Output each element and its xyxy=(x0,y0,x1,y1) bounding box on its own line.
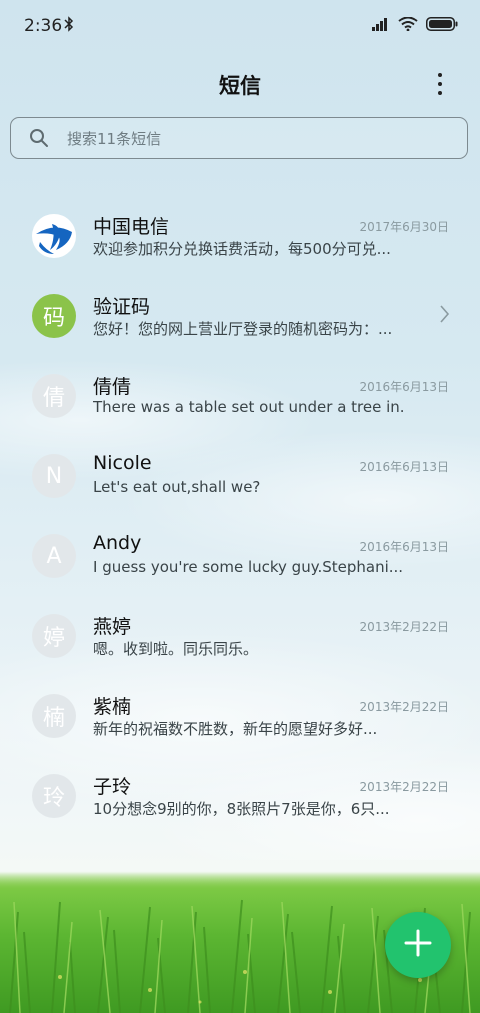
search-icon xyxy=(29,128,49,152)
conversation-name: Andy xyxy=(93,532,142,554)
conversation-preview: Let's eat out,shall we? xyxy=(93,478,261,496)
avatar: A xyxy=(32,534,76,578)
conversation-name: Nicole xyxy=(93,452,152,474)
chevron-right-icon xyxy=(440,305,450,327)
search-box[interactable] xyxy=(10,117,468,160)
conversation-item[interactable]: A Andy 2016年6月13日 I guess you're some lu… xyxy=(0,517,480,597)
conversation-name: 倩倩 xyxy=(93,376,132,398)
conversation-name: 中国电信 xyxy=(93,216,170,238)
plus-icon xyxy=(404,929,432,961)
conversation-item[interactable]: 玲 子玲 2013年2月22日 10分想念9别的你，8张照片7张是你，6只... xyxy=(0,757,480,837)
conversation-name: 子玲 xyxy=(93,776,132,798)
conversation-item[interactable]: 楠 紫楠 2013年2月22日 新年的祝福数不胜数，新年的愿望好多好... xyxy=(0,677,480,757)
conversation-item[interactable]: 中国电信 2017年6月30日 欢迎参加积分兑换话费活动，每500分可兑... xyxy=(0,197,480,277)
status-bar: 2:36 xyxy=(0,0,480,52)
battery-icon xyxy=(426,16,458,35)
conversation-item[interactable]: 倩 倩倩 2016年6月13日 There was a table set ou… xyxy=(0,357,480,437)
conversation-preview: I guess you're some lucky guy.Stephani..… xyxy=(93,558,403,576)
avatar: 玲 xyxy=(32,774,76,818)
conversation-date: 2013年2月22日 xyxy=(359,700,449,714)
china-telecom-logo-icon xyxy=(32,214,76,258)
wifi-icon xyxy=(398,16,418,35)
conversation-preview: 10分想念9别的你，8张照片7张是你，6只... xyxy=(93,800,390,818)
avatar: 楠 xyxy=(32,694,76,738)
conversation-preview: 嗯。收到啦。同乐同乐。 xyxy=(93,640,259,658)
more-vert-icon[interactable] xyxy=(428,70,452,98)
conversation-item[interactable]: N Nicole 2016年6月13日 Let's eat out,shall … xyxy=(0,437,480,517)
conversation-date: 2016年6月13日 xyxy=(359,380,449,394)
avatar: 码 xyxy=(32,294,76,338)
title-bar: 短信 xyxy=(0,60,480,108)
conversation-list: 中国电信 2017年6月30日 欢迎参加积分兑换话费活动，每500分可兑... … xyxy=(0,197,480,837)
conversation-date: 2016年6月13日 xyxy=(359,460,449,474)
avatar: 倩 xyxy=(32,374,76,418)
signal-icon xyxy=(372,16,390,35)
page-title: 短信 xyxy=(219,74,261,98)
conversation-preview: 欢迎参加积分兑换话费活动，每500分可兑... xyxy=(93,240,391,258)
conversation-preview: 新年的祝福数不胜数，新年的愿望好多好... xyxy=(93,720,378,738)
conversation-date: 2013年2月22日 xyxy=(359,620,449,634)
conversation-preview: 您好！您的网上营业厅登录的随机密码为：... xyxy=(93,320,393,338)
avatar: 婷 xyxy=(32,614,76,658)
conversation-item[interactable]: 码 验证码 您好！您的网上营业厅登录的随机密码为：... xyxy=(0,277,480,357)
avatar: N xyxy=(32,454,76,498)
conversation-date: 2013年2月22日 xyxy=(359,780,449,794)
conversation-name: 紫楠 xyxy=(93,696,132,718)
conversation-preview: There was a table set out under a tree i… xyxy=(93,398,403,416)
new-message-button[interactable] xyxy=(385,912,451,978)
conversation-name: 验证码 xyxy=(93,296,151,318)
conversation-date: 2016年6月13日 xyxy=(359,540,449,554)
conversation-name: 燕婷 xyxy=(93,616,132,638)
bluetooth-icon xyxy=(64,16,74,36)
search-input[interactable] xyxy=(65,118,449,160)
conversation-item[interactable]: 婷 燕婷 2013年2月22日 嗯。收到啦。同乐同乐。 xyxy=(0,597,480,677)
status-time: 2:36 xyxy=(24,16,63,36)
conversation-date: 2017年6月30日 xyxy=(359,220,449,234)
